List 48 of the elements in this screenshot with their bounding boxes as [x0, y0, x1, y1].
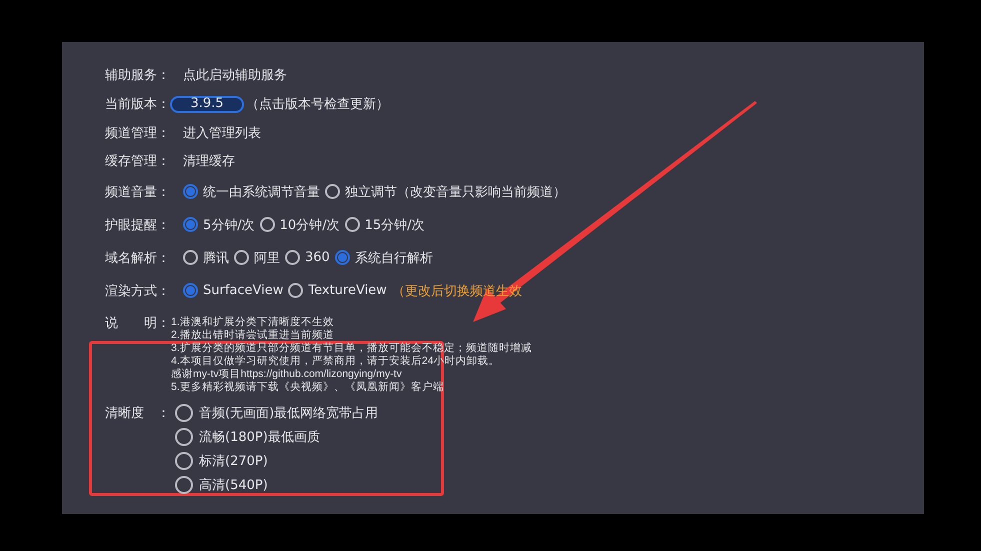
radio-button[interactable] — [175, 452, 193, 470]
option-label: 阿里 — [254, 250, 280, 266]
note-line: 感谢my-tv项目https://github.com/lizongying/my-tv — [171, 368, 403, 381]
radio-button[interactable] — [183, 217, 198, 232]
option-label: 音频(无画面)最低网络宽带占用 — [199, 405, 378, 422]
setting-link[interactable]: 点此启动辅助服务 — [183, 66, 287, 84]
setting-link[interactable]: 清理缓存 — [183, 152, 235, 170]
setting-label: 域名解析： — [105, 250, 171, 266]
setting-label: 辅助服务： — [105, 67, 171, 84]
version-hint: （点击版本号检查更新） — [246, 96, 389, 113]
option-label: 腾讯 — [203, 250, 229, 266]
notes-label: 说 明： — [105, 316, 171, 333]
option-label: 系统自行解析 — [354, 250, 433, 266]
option-label: 高清(540P) — [199, 477, 268, 494]
option-label: 10分钟/次 — [280, 216, 340, 234]
setting-label: 频道音量： — [105, 184, 171, 200]
option-label: 15分钟/次 — [364, 216, 424, 234]
radio-button[interactable] — [285, 250, 300, 265]
setting-label: 缓存管理： — [105, 153, 171, 170]
option-label: 统一由系统调节音量 — [203, 184, 320, 200]
option-label: 360 — [305, 250, 330, 265]
radio-button[interactable] — [288, 283, 304, 298]
option-label: 独立调节（改变音量只影响当前频道） — [345, 184, 566, 200]
note-line: 1.港澳和扩展分类下清晰度不生效 — [171, 316, 335, 329]
setting-label: 当前版本： — [105, 96, 171, 113]
note-line: 2.播放出错时请尝试重进当前频道 — [171, 329, 335, 342]
option-label: SurfaceView — [203, 283, 284, 298]
setting-label: 渲染方式： — [105, 282, 171, 300]
radio-button[interactable] — [334, 250, 350, 265]
quality-label: 清晰度 ： — [105, 405, 171, 423]
option-label: 标清(270P) — [199, 453, 268, 470]
version-button[interactable]: 3.9.5 — [170, 96, 244, 112]
option-label: TextureView — [308, 283, 387, 298]
radio-button[interactable] — [344, 217, 360, 232]
option-label: 流畅(180P)最低画质 — [199, 429, 320, 446]
radio-button[interactable] — [175, 404, 193, 422]
setting-label: 护眼提醒： — [105, 216, 171, 234]
radio-button[interactable] — [325, 184, 340, 199]
setting-link[interactable]: 进入管理列表 — [183, 124, 261, 142]
radio-button[interactable] — [234, 250, 249, 265]
option-label: 5分钟/次 — [203, 216, 255, 234]
radio-button[interactable] — [260, 217, 275, 232]
radio-button[interactable] — [183, 184, 198, 199]
radio-button[interactable] — [183, 250, 198, 265]
setting-label: 频道管理： — [105, 125, 171, 142]
radio-button[interactable] — [175, 476, 193, 494]
radio-button[interactable] — [175, 428, 193, 446]
radio-button[interactable] — [183, 283, 198, 298]
